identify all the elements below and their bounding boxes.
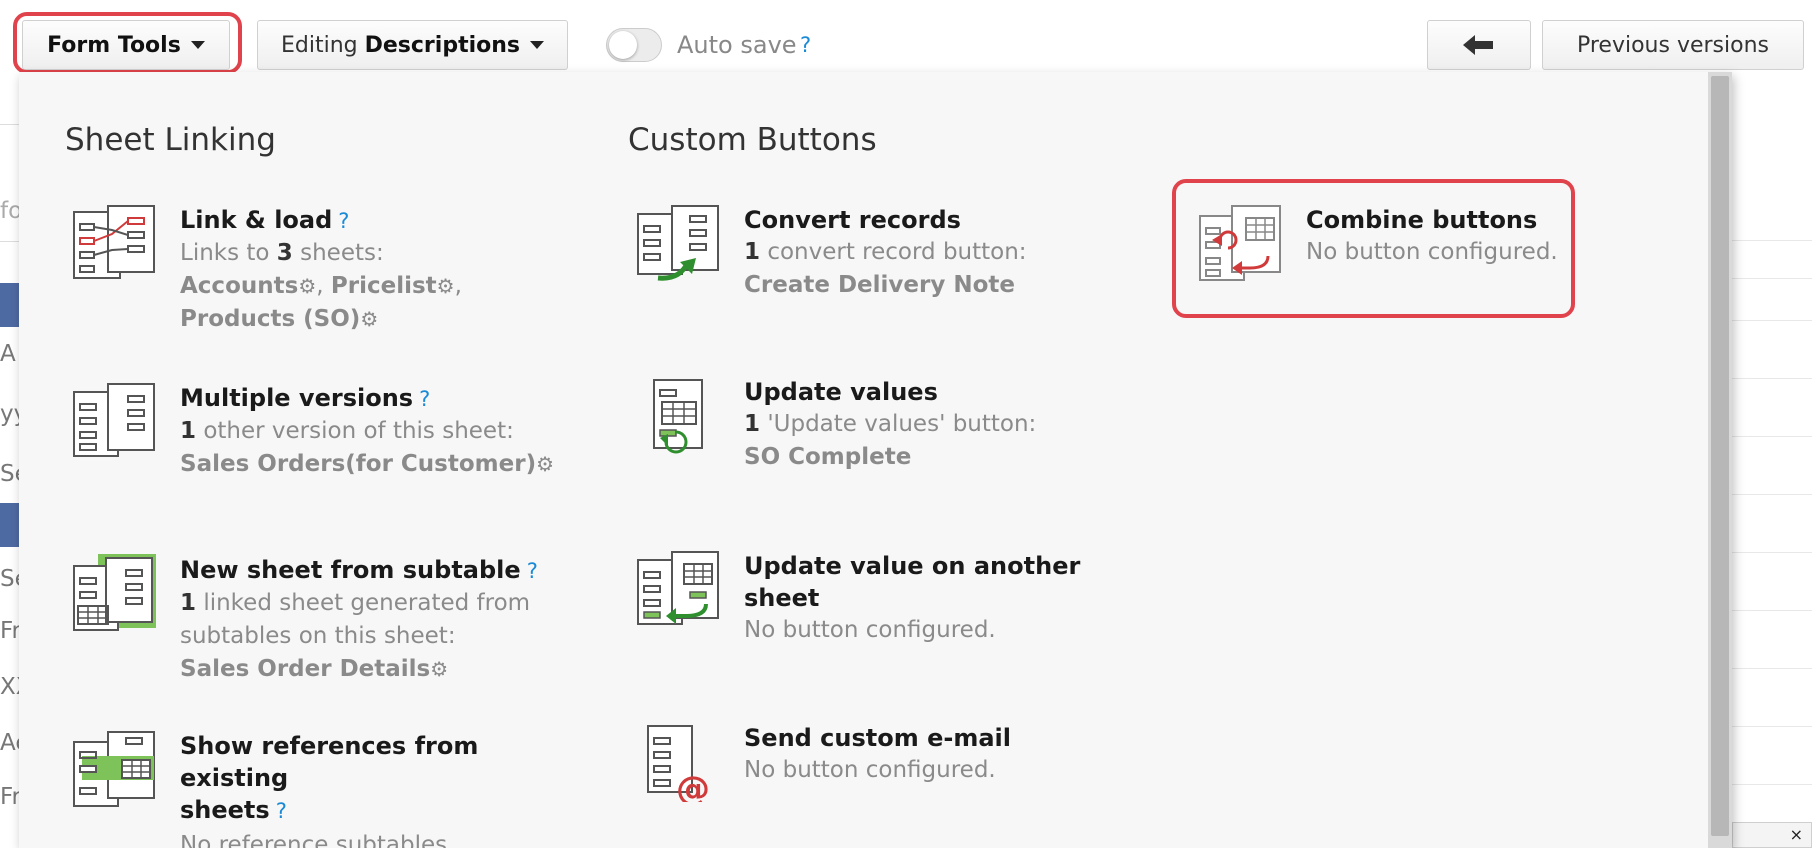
sheet-fragment: A	[0, 341, 16, 367]
email-icon: @	[647, 725, 710, 802]
show-references-title-line2: sheets	[180, 796, 270, 824]
link-and-load-title: Link & load	[180, 206, 333, 234]
multiple-versions-title: Multiple versions	[180, 384, 414, 412]
sheet-row-highlight	[0, 283, 19, 327]
panel-scrollbar[interactable]	[1708, 72, 1732, 848]
arrow-left-icon	[1463, 35, 1493, 55]
desc-count: 1	[744, 239, 761, 265]
convert-button-link[interactable]: Create Delivery Note	[744, 272, 1015, 298]
desc-count: 1	[180, 590, 197, 616]
sheet-fragment: yy	[0, 401, 19, 427]
desc-text: 'Update values' button:	[760, 411, 1037, 437]
desc-count: 1	[744, 411, 761, 437]
show-references-title-line1: Show references from existing	[180, 732, 479, 792]
update-another-sheet-icon	[637, 551, 719, 625]
sheet-fragment: Se	[0, 461, 19, 487]
help-icon[interactable]: ?	[276, 799, 287, 823]
back-button[interactable]	[1427, 20, 1531, 70]
linked-sheet-products[interactable]: Products (SO)	[180, 306, 360, 332]
gear-icon[interactable]: ⚙	[430, 657, 448, 681]
gear-icon[interactable]: ⚙	[360, 307, 378, 331]
scrollbar-thumb[interactable]	[1711, 76, 1729, 836]
link-sheets-icon	[73, 205, 155, 279]
toolbar: Form Tools Editing Descriptions Auto sav…	[0, 0, 1812, 78]
desc-text: sheets:	[292, 240, 384, 266]
gear-icon[interactable]: ⚙	[298, 274, 316, 298]
custom-buttons-heading: Custom Buttons	[628, 122, 877, 158]
subtable-sheet-link[interactable]: Sales Order Details	[180, 656, 430, 682]
form-tools-label: Form Tools	[47, 32, 181, 58]
editing-value: Descriptions	[364, 32, 520, 58]
close-icon: ×	[1789, 825, 1803, 844]
update-values-button-link[interactable]: SO Complete	[744, 444, 911, 470]
close-panel-button[interactable]: ×	[1732, 822, 1812, 848]
update-another-sheet-title: Update value on another sheet	[744, 552, 1081, 612]
form-tools-button[interactable]: Form Tools	[22, 20, 230, 70]
desc-count: 1	[180, 418, 197, 444]
multiple-versions-icon	[73, 383, 155, 457]
desc-text: No button configured.	[744, 757, 996, 783]
sheet-fragment: Fr	[0, 618, 19, 644]
new-sheet-subtable-icon	[73, 554, 156, 631]
combine-buttons-icon	[1199, 205, 1281, 281]
update-values-title: Update values	[744, 378, 938, 406]
editing-descriptions-button[interactable]: Editing Descriptions	[257, 20, 568, 70]
desc-text: No button configured.	[1306, 239, 1558, 265]
previous-versions-button[interactable]: Previous versions	[1542, 20, 1804, 70]
svg-text:@: @	[676, 769, 710, 802]
chevron-down-icon	[530, 41, 544, 49]
help-icon[interactable]: ?	[527, 559, 538, 583]
gear-icon[interactable]: ⚙	[536, 452, 554, 476]
sheet-linking-heading: Sheet Linking	[65, 122, 276, 158]
sheet-row-highlight	[0, 503, 19, 547]
underlying-sheet-left: fo A yy Se Se Fr XX Ac Fr	[0, 78, 19, 848]
desc-text: other version of this sheet:	[196, 418, 514, 444]
gear-icon[interactable]: ⚙	[437, 274, 455, 298]
update-values-icon	[653, 379, 703, 454]
linked-sheet-pricelist[interactable]: Pricelist	[331, 273, 437, 299]
autosave-toggle[interactable]	[606, 28, 662, 62]
desc-text: No reference subtables.	[180, 832, 455, 848]
linked-sheet-accounts[interactable]: Accounts	[180, 273, 298, 299]
combine-buttons-title: Combine buttons	[1306, 206, 1538, 234]
send-email-title: Send custom e-mail	[744, 724, 1011, 752]
underlying-sheet-right	[1732, 78, 1812, 848]
autosave-label: Auto save	[677, 31, 797, 59]
desc-text: No button configured.	[744, 617, 996, 643]
toggle-knob	[609, 31, 637, 59]
editing-prefix: Editing	[280, 32, 358, 58]
sheet-fragment: XX	[0, 674, 19, 700]
help-icon[interactable]: ?	[419, 387, 430, 411]
version-link[interactable]: Sales Orders(for Customer)	[180, 451, 536, 477]
sheet-fragment: Ac	[0, 730, 19, 756]
help-icon[interactable]: ?	[338, 209, 349, 233]
convert-records-title: Convert records	[744, 206, 961, 234]
sheet-fragment: Fr	[0, 784, 19, 810]
desc-text: subtables on this sheet:	[180, 623, 456, 649]
sheet-fragment: Se	[0, 566, 19, 592]
convert-records-icon	[637, 205, 719, 281]
desc-text: linked sheet generated from	[196, 590, 531, 616]
sheet-fragment: fo	[0, 198, 19, 224]
chevron-down-icon	[190, 41, 205, 49]
previous-versions-label: Previous versions	[1576, 32, 1769, 58]
desc-text: convert record button:	[760, 239, 1027, 265]
autosave-help-icon[interactable]: ?	[800, 33, 811, 57]
desc-count: 3	[276, 240, 293, 266]
desc-text: Links to	[180, 240, 277, 266]
show-references-icon	[73, 731, 155, 807]
new-sheet-subtable-title: New sheet from subtable	[180, 556, 521, 584]
